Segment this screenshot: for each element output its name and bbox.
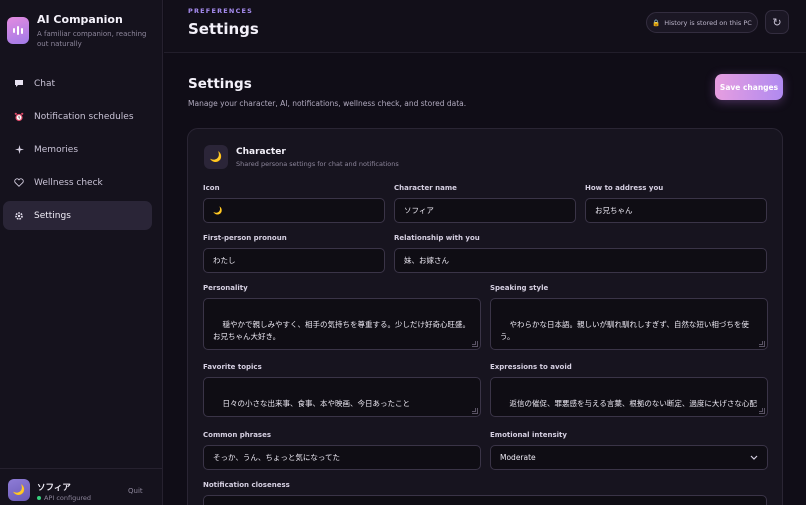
relationship-field[interactable]: 妹、お嫁さん (394, 248, 767, 273)
emotional-intensity-value: Moderate (500, 453, 536, 462)
favorite-topics-textarea[interactable]: 日々の小さな出来事、食事、本や映画、今日あったこと (203, 377, 481, 417)
speaking-style-text: やわらかな日本語。親しいが馴れ馴れしすぎず、自然な短い相づちを使う。 (500, 319, 749, 342)
settings-heading: Settings (188, 76, 252, 92)
card-title: Character (236, 147, 286, 157)
notification-closeness-field[interactable] (203, 495, 767, 505)
sidebar-item-label: Memories (34, 144, 79, 155)
pronoun-label: First-person pronoun (203, 234, 287, 242)
quit-button[interactable]: Quit (128, 487, 143, 495)
expressions-avoid-text: 返信の催促、罪悪感を与える言葉、根拠のない断定、過度に大げさな心配 (509, 398, 757, 408)
character-card: 🌙 Character Shared persona settings for … (187, 128, 783, 505)
favorite-topics-text: 日々の小さな出来事、食事、本や映画、今日あったこと (222, 398, 411, 408)
icon-label: Icon (203, 184, 220, 192)
api-status-label: API configured (44, 494, 92, 502)
icon-field[interactable]: 🌙 (203, 198, 385, 223)
sidebar-item-notification-schedules[interactable]: Notification schedules (3, 102, 152, 131)
sidebar-item-label: Wellness check (34, 177, 103, 188)
resize-handle-icon[interactable] (472, 408, 478, 414)
resize-handle-icon[interactable] (759, 408, 765, 414)
character-name-label: Character name (394, 184, 457, 192)
resize-handle-icon[interactable] (759, 341, 765, 347)
chat-bubble-icon (13, 79, 25, 88)
lock-icon: 🔒 (652, 18, 661, 27)
sidebar-item-wellness-check[interactable]: Wellness check (3, 168, 152, 197)
page-title: Settings (188, 20, 259, 38)
speaking-style-textarea[interactable]: やわらかな日本語。親しいが馴れ馴れしすぎず、自然な短い相づちを使う。 (490, 298, 768, 350)
history-notice-label: History is stored on this PC (664, 18, 752, 27)
refresh-button[interactable]: ↻ (765, 10, 789, 34)
moon-icon: 🌙 (204, 145, 228, 169)
pronoun-field[interactable]: わたし (203, 248, 385, 273)
sidebar-item-settings[interactable]: Settings (3, 201, 152, 230)
sidebar-item-label: Settings (34, 210, 71, 221)
sidebar-item-label: Notification schedules (34, 111, 134, 122)
expressions-avoid-label: Expressions to avoid (490, 363, 572, 371)
status-dot-icon (37, 496, 41, 500)
relationship-label: Relationship with you (394, 234, 480, 242)
settings-description: Manage your character, AI, notifications… (188, 99, 467, 108)
chevron-down-icon (750, 453, 758, 462)
save-changes-button[interactable]: Save changes (715, 74, 783, 100)
favorite-topics-label: Favorite topics (203, 363, 262, 371)
avatar: 🌙 (8, 479, 30, 501)
personality-textarea[interactable]: 穏やかで親しみやすく、相手の気持ちを尊重する。少しだけ好奇心旺盛。 お兄ちゃん大… (203, 298, 481, 350)
sidebar-item-memories[interactable]: Memories (3, 135, 152, 164)
sidebar-item-label: Chat (34, 78, 56, 89)
sparkle-icon (13, 145, 25, 154)
alarm-clock-icon (13, 112, 25, 122)
card-subtitle: Shared persona settings for chat and not… (236, 160, 399, 168)
header-eyebrow: PREFERENCES (188, 7, 254, 15)
speaking-style-label: Speaking style (490, 284, 549, 292)
app-logo-icon (7, 17, 29, 44)
expressions-avoid-textarea[interactable]: 返信の催促、罪悪感を与える言葉、根拠のない断定、過度に大げさな心配 (490, 377, 768, 417)
personality-text: 穏やかで親しみやすく、相手の気持ちを尊重する。少しだけ好奇心旺盛。 お兄ちゃん大… (213, 319, 471, 342)
notification-closeness-label: Notification closeness (203, 481, 290, 489)
resize-handle-icon[interactable] (472, 341, 478, 347)
app-title: AI Companion (37, 13, 123, 26)
gear-icon (13, 211, 25, 221)
app-tagline: A familiar companion, reaching out natur… (37, 30, 147, 48)
emotional-intensity-label: Emotional intensity (490, 431, 567, 439)
top-header: PREFERENCES Settings 🔒 History is stored… (164, 0, 806, 53)
character-name-field[interactable]: ソフィア (394, 198, 576, 223)
heart-icon (13, 178, 25, 187)
brand: AI Companion A familiar companion, reach… (7, 13, 157, 51)
refresh-icon: ↻ (772, 15, 782, 29)
history-notice: 🔒 History is stored on this PC (646, 12, 758, 33)
user-panel: 🌙 ソフィア API configured Quit (0, 468, 163, 505)
emotional-intensity-select[interactable]: Moderate (490, 445, 768, 470)
sidebar-item-chat[interactable]: Chat (3, 69, 152, 98)
common-phrases-label: Common phrases (203, 431, 272, 439)
api-status: API configured (37, 494, 91, 502)
address-label: How to address you (585, 184, 664, 192)
sidebar: AI Companion A familiar companion, reach… (0, 0, 163, 505)
user-name: ソフィア (37, 483, 71, 493)
common-phrases-field[interactable]: そっか、うん、ちょっと気になってた (203, 445, 481, 470)
address-field[interactable]: お兄ちゃん (585, 198, 767, 223)
personality-label: Personality (203, 284, 248, 292)
